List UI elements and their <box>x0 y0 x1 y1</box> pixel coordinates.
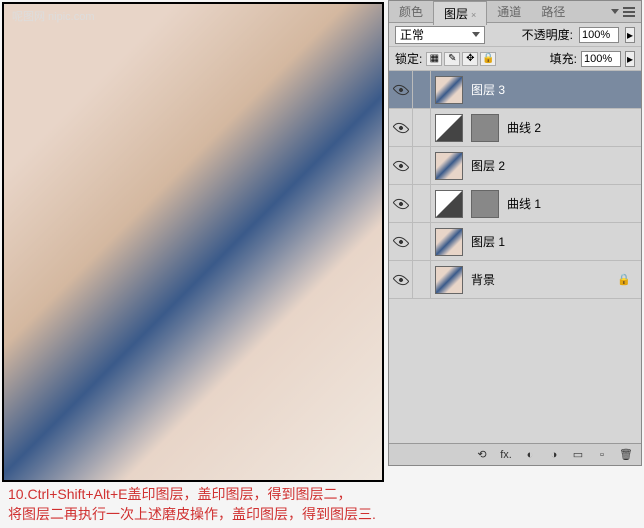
mask-thumbnail[interactable] <box>471 190 499 218</box>
eye-icon <box>392 119 409 136</box>
link-col[interactable] <box>413 185 431 222</box>
layer-name[interactable]: 曲线 1 <box>503 195 541 212</box>
lock-transparency-icon[interactable]: ▦ <box>426 52 442 66</box>
fill-value[interactable]: 100% <box>581 51 621 67</box>
layer-name[interactable]: 图层 2 <box>467 157 505 174</box>
layer-row[interactable]: 曲线 1 <box>389 185 641 223</box>
layer-name[interactable]: 背景 <box>467 271 495 288</box>
opacity-arrow[interactable]: ▸ <box>625 27 635 43</box>
mask-thumbnail[interactable] <box>471 114 499 142</box>
blend-row: 正常 不透明度: 100% ▸ <box>389 23 641 47</box>
eye-icon <box>392 195 409 212</box>
visibility-toggle[interactable] <box>389 147 413 184</box>
link-layers-icon[interactable]: ⟲ <box>475 448 489 462</box>
visibility-toggle[interactable] <box>389 261 413 298</box>
adjustment-icon[interactable]: ◑ <box>547 448 561 462</box>
layer-row[interactable]: 背景 🔒 <box>389 261 641 299</box>
trash-icon[interactable]: 🗑 <box>619 448 633 462</box>
lock-move-icon[interactable]: ✥ <box>462 52 478 66</box>
layer-row[interactable]: 图层 3 <box>389 71 641 109</box>
lock-label: 锁定: <box>395 50 422 67</box>
mask-icon[interactable]: ◐ <box>523 448 537 462</box>
layer-thumbnail[interactable] <box>435 76 463 104</box>
tab-layers[interactable]: 图层× <box>433 1 487 25</box>
visibility-toggle[interactable] <box>389 185 413 222</box>
fill-label: 填充: <box>550 50 577 67</box>
close-icon[interactable]: × <box>471 10 476 20</box>
layers-palette: 颜色 图层× 通道 路径 正常 不透明度: 100% ▸ 锁定: ▦ ✎ ✥ 🔒… <box>388 0 642 466</box>
layer-thumbnail[interactable] <box>435 152 463 180</box>
link-col[interactable] <box>413 261 431 298</box>
layer-name[interactable]: 图层 3 <box>467 81 505 98</box>
palette-footer: ⟲ fx. ◐ ◑ ▭ ▫ 🗑 <box>389 443 641 465</box>
chevron-down-icon <box>472 32 480 37</box>
tab-color[interactable]: 颜色 <box>389 0 433 23</box>
link-col[interactable] <box>413 71 431 108</box>
opacity-value[interactable]: 100% <box>579 27 619 43</box>
tab-paths[interactable]: 路径 <box>531 0 575 23</box>
eye-icon <box>392 271 409 288</box>
link-col[interactable] <box>413 223 431 260</box>
eye-icon <box>392 157 409 174</box>
watermark: 呢图网 nipic.com <box>12 8 95 24</box>
palette-tabs: 颜色 图层× 通道 路径 <box>389 1 641 23</box>
instruction-text: 10.Ctrl+Shift+Alt+E盖印图层，盖印图层，得到图层二， 将图层二… <box>8 484 628 524</box>
adjustment-thumbnail[interactable] <box>435 190 463 218</box>
layer-name[interactable]: 曲线 2 <box>503 119 541 136</box>
image-placeholder: 呢图网 nipic.com <box>4 4 382 480</box>
eye-icon <box>392 233 409 250</box>
fx-icon[interactable]: fx. <box>499 448 513 462</box>
visibility-toggle[interactable] <box>389 109 413 146</box>
layer-row[interactable]: 图层 1 <box>389 223 641 261</box>
layer-name[interactable]: 图层 1 <box>467 233 505 250</box>
layers-list: 图层 3 曲线 2 图层 2 曲线 1 图层 1 <box>389 71 641 443</box>
lock-all-icon[interactable]: 🔒 <box>480 52 496 66</box>
lock-icon: 🔒 <box>617 273 631 286</box>
new-layer-icon[interactable]: ▫ <box>595 448 609 462</box>
visibility-toggle[interactable] <box>389 223 413 260</box>
blend-mode-select[interactable]: 正常 <box>395 26 485 44</box>
link-col[interactable] <box>413 147 431 184</box>
canvas[interactable]: 呢图网 nipic.com <box>2 2 384 482</box>
layer-thumbnail[interactable] <box>435 266 463 294</box>
chevron-down-icon[interactable] <box>611 9 619 14</box>
link-col[interactable] <box>413 109 431 146</box>
adjustment-thumbnail[interactable] <box>435 114 463 142</box>
layer-row[interactable]: 曲线 2 <box>389 109 641 147</box>
fill-arrow[interactable]: ▸ <box>625 51 635 67</box>
layer-row[interactable]: 图层 2 <box>389 147 641 185</box>
eye-icon <box>392 81 409 98</box>
visibility-toggle[interactable] <box>389 71 413 108</box>
lock-row: 锁定: ▦ ✎ ✥ 🔒 填充: 100% ▸ <box>389 47 641 71</box>
lock-brush-icon[interactable]: ✎ <box>444 52 460 66</box>
opacity-label: 不透明度: <box>522 26 573 43</box>
menu-icon[interactable] <box>623 7 635 17</box>
folder-icon[interactable]: ▭ <box>571 448 585 462</box>
tab-channels[interactable]: 通道 <box>487 0 531 23</box>
layer-thumbnail[interactable] <box>435 228 463 256</box>
